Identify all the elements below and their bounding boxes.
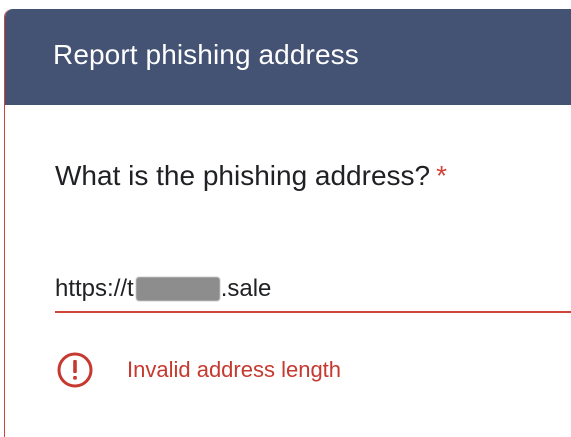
- error-message: Invalid address length: [127, 357, 342, 382]
- answer-value-suffix: .sale: [220, 275, 272, 302]
- form-card: Report phishing address What is the phis…: [4, 9, 571, 437]
- phishing-address-input[interactable]: https://t .sale: [55, 267, 571, 313]
- answer-value[interactable]: https://t .sale: [55, 275, 271, 303]
- redacted-text: [135, 277, 220, 301]
- error-icon: [55, 350, 95, 390]
- question-label: What is the phishing address? *: [55, 160, 447, 192]
- required-marker: *: [436, 160, 448, 191]
- answer-value-prefix: https://t: [55, 275, 134, 302]
- validation-error: Invalid address length: [55, 350, 341, 390]
- form-title: Report phishing address: [53, 39, 359, 70]
- question-text: What is the phishing address?: [55, 160, 431, 191]
- page: Report phishing address What is the phis…: [0, 0, 571, 437]
- card-header: Report phishing address: [5, 9, 571, 105]
